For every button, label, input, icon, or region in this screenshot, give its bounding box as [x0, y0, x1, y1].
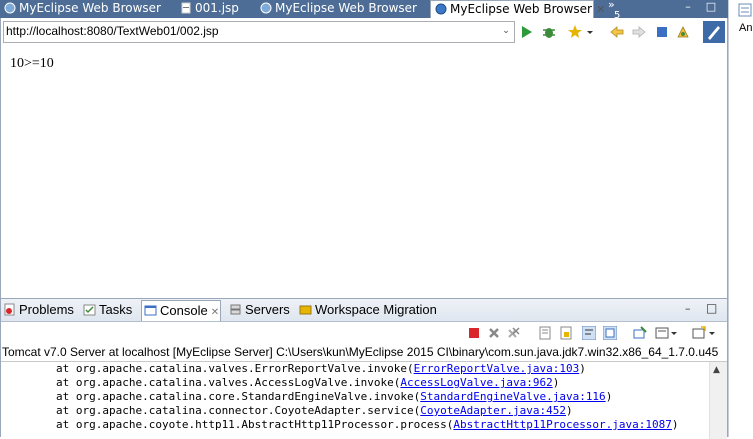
minimize-button[interactable]: – [681, 1, 695, 14]
tab-label: Tasks [99, 302, 133, 317]
source-link[interactable]: AbstractHttp11Processor.java:1087 [453, 418, 672, 431]
outline-icon[interactable] [738, 3, 752, 17]
url-box: ⌄ [3, 21, 515, 43]
source-link[interactable]: StandardEngineValve.java:116 [420, 390, 605, 403]
refresh-icon[interactable] [675, 24, 691, 40]
page-text: 10>=10 [10, 56, 54, 71]
browser-page: 10>=10 [0, 48, 728, 298]
globe-icon [260, 2, 272, 14]
editor-tab-browser-3[interactable]: MyEclipse Web Browser ✕ [430, 0, 605, 19]
browser-toolbar: ⌄ [0, 18, 728, 48]
console-line: at org.apache.catalina.valves.AccessLogV… [56, 376, 560, 389]
go-icon[interactable] [519, 24, 535, 40]
debug-icon[interactable] [541, 24, 557, 40]
terminate-icon[interactable] [467, 326, 481, 340]
source-link[interactable]: AccessLogValve.java:962 [400, 376, 552, 389]
source-link[interactable]: ErrorReportValve.java:103 [414, 362, 580, 375]
scroll-lock-icon[interactable] [559, 326, 573, 340]
clear-console-icon[interactable] [538, 326, 552, 340]
chevron-down-icon[interactable] [670, 326, 678, 340]
forward-icon[interactable] [631, 24, 647, 40]
migration-icon [299, 302, 312, 315]
tab-label: Console [160, 303, 208, 318]
scroll-up-icon[interactable]: ▲ [713, 365, 720, 375]
globe-icon [4, 2, 16, 14]
editor-tab-001-jsp[interactable]: 001.jsp [176, 0, 251, 18]
editor-tab-strip: MyEclipse Web Browser 001.jsp MyEclipse … [0, 0, 728, 21]
chevron-down-icon[interactable] [708, 326, 716, 340]
display-console-icon[interactable] [655, 326, 669, 340]
tab-workspace-migration[interactable]: Workspace Migration [297, 300, 437, 321]
console-line: at org.apache.catalina.connector.CoyoteA… [56, 404, 573, 417]
console-line: at org.apache.coyote.http11.AbstractHttp… [56, 418, 679, 431]
bottom-panel: Problems Tasks Console ✕ Servers Workspac… [0, 298, 728, 439]
tab-label: Servers [245, 302, 290, 317]
chevron-down-icon[interactable] [585, 24, 595, 40]
console-icon [144, 303, 157, 316]
open-console-icon[interactable] [692, 326, 706, 340]
side-panel-label[interactable]: An [739, 22, 752, 34]
browser-settings-icon[interactable] [703, 21, 725, 43]
bookmark-icon[interactable] [567, 24, 583, 40]
word-wrap-icon[interactable] [581, 325, 597, 341]
editor-tab-label: 001.jsp [195, 1, 239, 15]
show-console-icon[interactable] [602, 325, 618, 341]
console-output[interactable]: at org.apache.catalina.valves.ErrorRepor… [1, 361, 727, 439]
panel-minimize-button[interactable]: – [685, 302, 691, 315]
close-icon[interactable]: ✕ [596, 3, 605, 16]
tab-servers[interactable]: Servers [227, 300, 291, 321]
console-line: at org.apache.catalina.core.StandardEngi… [56, 390, 613, 403]
url-input[interactable] [6, 23, 494, 39]
stop-icon[interactable] [654, 24, 670, 40]
url-history-dropdown[interactable]: ⌄ [500, 24, 512, 38]
source-link[interactable]: CoyoteAdapter.java:452 [420, 404, 566, 417]
problems-icon [3, 302, 16, 316]
remove-launch-icon[interactable] [487, 326, 501, 340]
console-toolbar [1, 322, 727, 344]
tab-tasks[interactable]: Tasks [81, 300, 137, 321]
tab-label: Workspace Migration [315, 302, 437, 317]
console-scrollbar[interactable]: ▲ [709, 362, 727, 439]
tab-console[interactable]: Console ✕ [141, 300, 221, 321]
tab-problems[interactable]: Problems [1, 300, 74, 321]
jsp-file-icon [180, 2, 192, 14]
panel-tab-strip: Problems Tasks Console ✕ Servers Workspac… [1, 299, 727, 322]
console-process-title: Tomcat v7.0 Server at localhost [MyEclip… [2, 345, 719, 359]
editor-tab-label: MyEclipse Web Browser [450, 2, 592, 16]
panel-maximize-button[interactable]: □ [706, 301, 717, 315]
globe-icon [435, 3, 447, 15]
remove-all-icon[interactable] [507, 326, 521, 340]
pin-console-icon[interactable] [633, 326, 647, 340]
back-icon[interactable] [609, 24, 625, 40]
editor-tab-label: MyEclipse Web Browser [275, 1, 417, 15]
tasks-icon [83, 302, 96, 316]
maximize-button[interactable]: □ [704, 1, 718, 14]
tab-label: Problems [19, 302, 74, 317]
console-line: at org.apache.catalina.valves.ErrorRepor… [56, 362, 586, 375]
editor-tab-browser-1[interactable]: MyEclipse Web Browser [0, 0, 170, 18]
editor-tab-browser-2[interactable]: MyEclipse Web Browser [256, 0, 426, 18]
editor-tab-label: MyEclipse Web Browser [19, 1, 161, 15]
close-icon[interactable]: ✕ [211, 307, 219, 318]
right-side-panel: An [728, 0, 753, 437]
servers-icon [229, 302, 242, 315]
